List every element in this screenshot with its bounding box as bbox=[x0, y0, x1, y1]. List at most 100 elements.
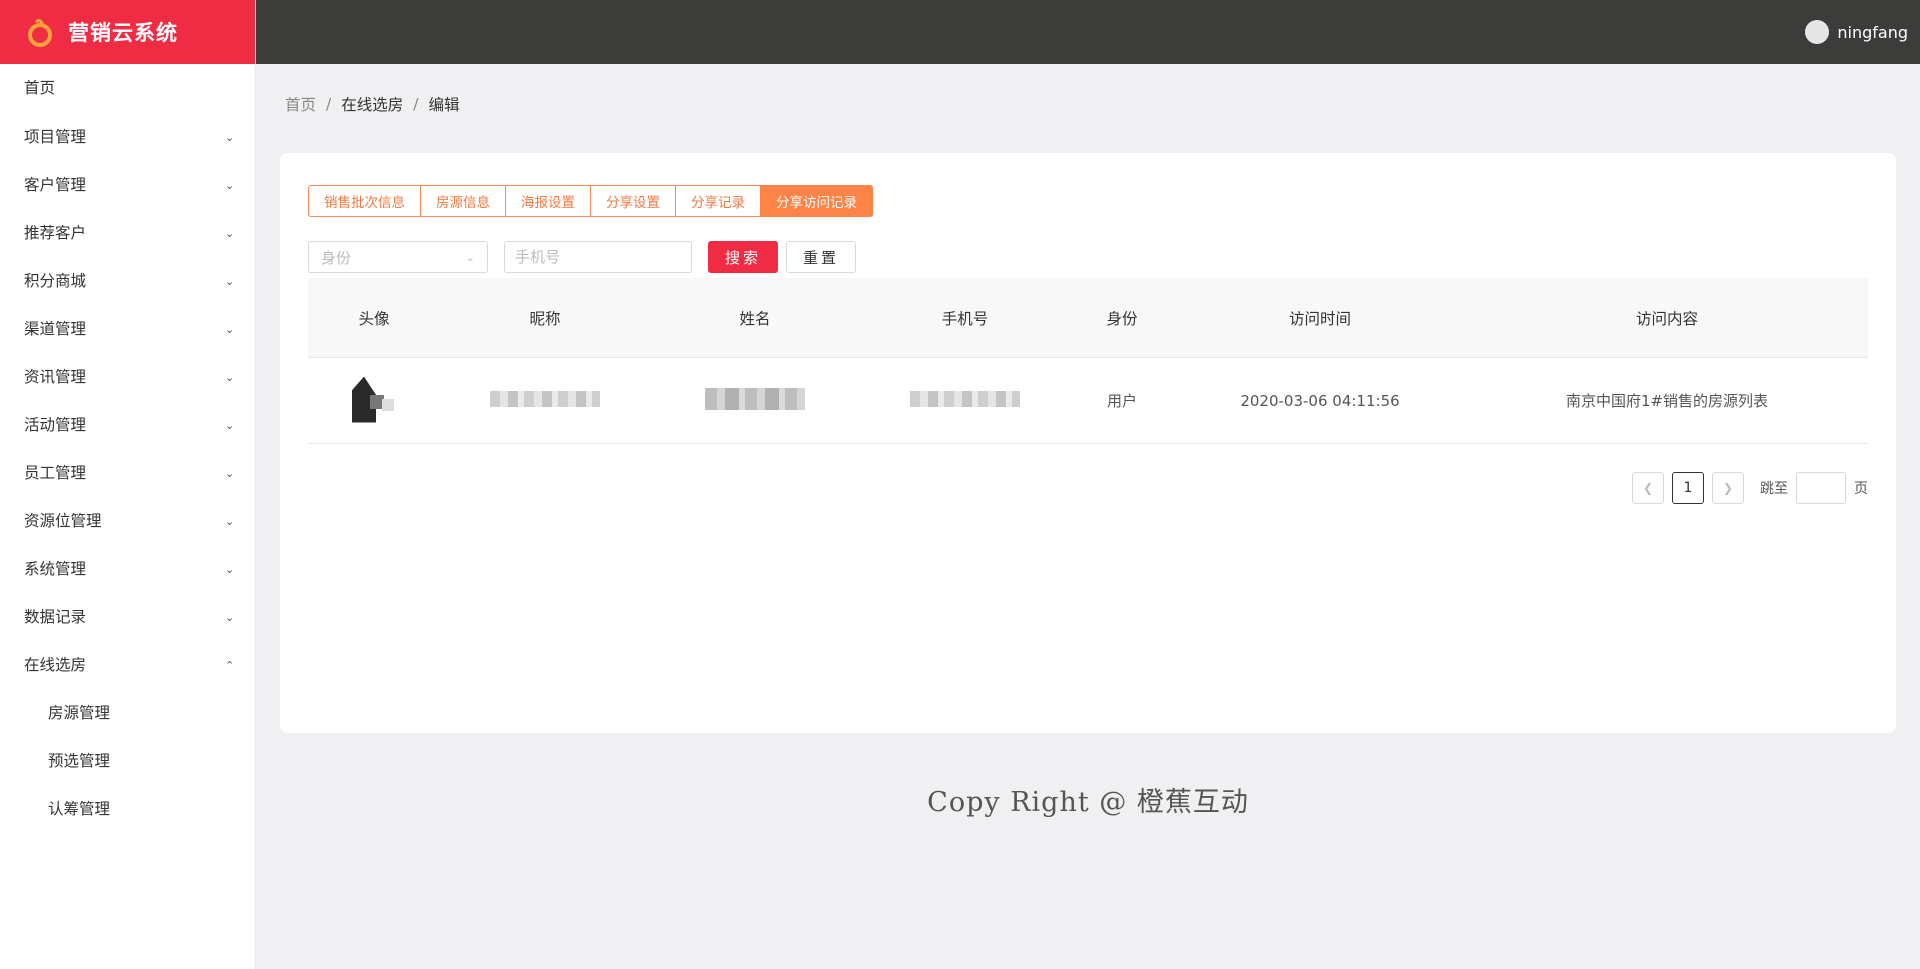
sidebar-item-label: 房源管理 bbox=[48, 704, 111, 722]
sidebar: 营销云系统 首页 项目管理 ⌄ 客户管理 ⌄ 推荐客户 ⌄ 积分商城 ⌄ 渠道管理 ⌄ 资… bbox=[0, 0, 256, 969]
table-row[interactable]: 用户 2020-03-06 04:11:56 南京中国府1#销售的房源列表 bbox=[308, 358, 1868, 444]
sidebar-subitem-listings[interactable]: 房源管理 bbox=[0, 688, 255, 736]
sidebar-item-label: 渠道管理 bbox=[24, 320, 87, 338]
sidebar-item-points-mall[interactable]: 积分商城 ⌄ bbox=[0, 256, 255, 304]
sidebar-item-projects[interactable]: 项目管理 ⌄ bbox=[0, 112, 255, 160]
next-page-button[interactable]: ❯ bbox=[1712, 472, 1744, 504]
tab-listings[interactable]: 房源信息 bbox=[420, 185, 506, 217]
chevron-left-icon: ❮ bbox=[1642, 481, 1654, 495]
column-header-visit-time: 访问时间 bbox=[1288, 309, 1351, 328]
sidebar-item-staff[interactable]: 员工管理 ⌄ bbox=[0, 448, 255, 496]
identity-cell: 用户 bbox=[1106, 392, 1137, 410]
logo[interactable]: 营销云系统 bbox=[0, 0, 255, 64]
sidebar-item-label: 预选管理 bbox=[48, 752, 111, 770]
visits-table: 头像 昵称 姓名 手机号 身份 访问时间 访问内容 用户 2020-03-06 … bbox=[308, 278, 1868, 444]
content-card: 销售批次信息 房源信息 海报设置 分享设置 分享记录 分享访问记录 身份 ⌄ 搜… bbox=[280, 153, 1896, 733]
sidebar-submenu: 房源管理 预选管理 认筹管理 bbox=[0, 688, 255, 832]
sidebar-item-label: 资源位管理 bbox=[24, 512, 102, 530]
table-header: 头像 昵称 姓名 手机号 身份 访问时间 访问内容 bbox=[308, 278, 1868, 358]
column-header-visit-content: 访问内容 bbox=[1635, 309, 1698, 328]
avatar-cell bbox=[308, 376, 440, 425]
sidebar-item-label: 在线选房 bbox=[24, 656, 87, 674]
sidebar-item-resource-slots[interactable]: 资源位管理 ⌄ bbox=[0, 496, 255, 544]
sidebar-item-label: 首页 bbox=[24, 79, 56, 97]
sidebar-item-channels[interactable]: 渠道管理 ⌄ bbox=[0, 304, 255, 352]
chevron-down-icon: ⌄ bbox=[225, 515, 235, 528]
search-button[interactable]: 搜索 bbox=[708, 241, 778, 273]
name-cell bbox=[650, 387, 860, 414]
sidebar-item-online-selection[interactable]: 在线选房 ⌃ bbox=[0, 640, 255, 688]
reset-button[interactable]: 重置 bbox=[786, 241, 856, 273]
sidebar-item-data-records[interactable]: 数据记录 ⌄ bbox=[0, 592, 255, 640]
visit-content-cell: 南京中国府1#销售的房源列表 bbox=[1565, 392, 1769, 410]
column-header-nickname: 昵称 bbox=[529, 309, 561, 328]
chevron-down-icon: ⌄ bbox=[225, 275, 235, 288]
column-header-identity: 身份 bbox=[1106, 309, 1138, 328]
breadcrumb-separator: / bbox=[326, 95, 332, 113]
sidebar-item-customers[interactable]: 客户管理 ⌄ bbox=[0, 160, 255, 208]
sidebar-item-label: 资讯管理 bbox=[24, 368, 87, 386]
sidebar-subitem-preselection[interactable]: 预选管理 bbox=[0, 736, 255, 784]
filter-bar: 身份 ⌄ 搜索 重置 bbox=[308, 241, 856, 273]
redacted-phone bbox=[910, 390, 1020, 407]
column-header-avatar: 头像 bbox=[358, 309, 390, 328]
sidebar-item-label: 积分商城 bbox=[24, 272, 87, 290]
chevron-down-icon: ⌄ bbox=[225, 179, 235, 192]
chevron-down-icon: ⌄ bbox=[225, 563, 235, 576]
breadcrumb: 首页 / 在线选房 / 编辑 bbox=[285, 93, 460, 115]
chevron-right-icon: ❯ bbox=[1722, 481, 1734, 495]
user-menu[interactable]: ningfang bbox=[1805, 20, 1908, 44]
redacted-name bbox=[705, 387, 805, 410]
tab-share-visits[interactable]: 分享访问记录 bbox=[760, 185, 873, 217]
chevron-down-icon: ⌄ bbox=[225, 611, 235, 624]
logo-icon bbox=[28, 19, 52, 47]
sidebar-item-label: 客户管理 bbox=[24, 176, 87, 194]
top-bar: ningfang bbox=[256, 0, 1920, 64]
chevron-up-icon: ⌃ bbox=[225, 659, 235, 672]
breadcrumb-section[interactable]: 在线选房 bbox=[341, 93, 403, 115]
prev-page-button[interactable]: ❮ bbox=[1632, 472, 1664, 504]
identity-select-placeholder: 身份 bbox=[321, 248, 352, 267]
jump-page-input[interactable] bbox=[1796, 472, 1846, 504]
nickname-cell bbox=[440, 390, 650, 411]
page-number-current[interactable]: 1 bbox=[1672, 472, 1704, 504]
sidebar-item-activities[interactable]: 活动管理 ⌄ bbox=[0, 400, 255, 448]
redacted-nickname bbox=[490, 390, 600, 407]
column-header-phone: 手机号 bbox=[941, 309, 989, 328]
chevron-down-icon: ⌄ bbox=[465, 250, 475, 264]
identity-select[interactable]: 身份 ⌄ bbox=[308, 241, 488, 273]
pagination: ❮ 1 ❯ 跳至 页 bbox=[1624, 472, 1868, 504]
chevron-down-icon: ⌄ bbox=[225, 323, 235, 336]
sidebar-item-label: 活动管理 bbox=[24, 416, 87, 434]
tab-poster[interactable]: 海报设置 bbox=[505, 185, 591, 217]
chevron-down-icon: ⌄ bbox=[225, 419, 235, 432]
chevron-down-icon: ⌄ bbox=[225, 371, 235, 384]
footer-copyright: Copy Right @ 橙蕉互动 bbox=[927, 787, 1249, 818]
breadcrumb-home[interactable]: 首页 bbox=[285, 93, 316, 115]
sidebar-item-label: 认筹管理 bbox=[48, 800, 111, 818]
phone-input[interactable] bbox=[504, 241, 692, 273]
user-name: ningfang bbox=[1837, 22, 1908, 42]
sidebar-item-referrals[interactable]: 推荐客户 ⌄ bbox=[0, 208, 255, 256]
jump-label: 跳至 bbox=[1760, 481, 1788, 497]
chevron-down-icon: ⌄ bbox=[225, 467, 235, 480]
sidebar-item-label: 系统管理 bbox=[24, 560, 87, 578]
sidebar-item-system[interactable]: 系统管理 ⌄ bbox=[0, 544, 255, 592]
tab-share-records[interactable]: 分享记录 bbox=[675, 185, 761, 217]
sidebar-subitem-subscription[interactable]: 认筹管理 bbox=[0, 784, 255, 832]
avatar bbox=[1805, 20, 1830, 44]
app-title: 营销云系统 bbox=[68, 21, 178, 45]
tab-bar: 销售批次信息 房源信息 海报设置 分享设置 分享记录 分享访问记录 bbox=[308, 185, 873, 217]
page-suffix-label: 页 bbox=[1854, 481, 1868, 497]
visit-time-cell: 2020-03-06 04:11:56 bbox=[1240, 391, 1400, 410]
sidebar-item-news[interactable]: 资讯管理 ⌄ bbox=[0, 352, 255, 400]
sidebar-item-home[interactable]: 首页 bbox=[0, 64, 255, 110]
tab-sales-batch[interactable]: 销售批次信息 bbox=[308, 185, 421, 217]
column-header-name: 姓名 bbox=[739, 309, 771, 328]
breadcrumb-separator: / bbox=[413, 95, 419, 113]
phone-cell bbox=[860, 390, 1070, 411]
sidebar-item-label: 员工管理 bbox=[24, 464, 87, 482]
chevron-down-icon: ⌄ bbox=[225, 131, 235, 144]
tab-share-settings[interactable]: 分享设置 bbox=[590, 185, 676, 217]
sidebar-item-label: 数据记录 bbox=[24, 608, 87, 626]
